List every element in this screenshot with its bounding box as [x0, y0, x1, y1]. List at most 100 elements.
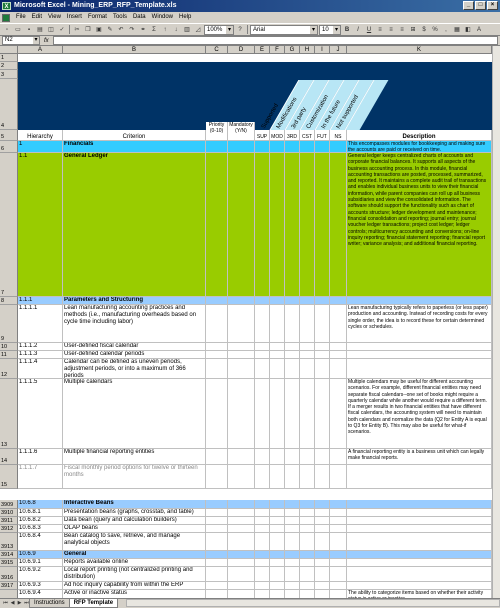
- cell-rating[interactable]: [315, 379, 330, 449]
- align-right-icon[interactable]: ≡: [397, 25, 407, 35]
- save-icon[interactable]: ▪: [24, 25, 34, 35]
- cell-criterion[interactable]: Active or inactive status: [63, 590, 206, 598]
- cell-rating[interactable]: [206, 305, 228, 343]
- cell-hierarchy[interactable]: 10.6.9.2: [18, 567, 63, 582]
- cell-rating[interactable]: [255, 297, 270, 305]
- cell-hierarchy[interactable]: 10.6.9.1: [18, 559, 63, 567]
- cell-rating[interactable]: [315, 551, 330, 559]
- row-header[interactable]: 3909: [0, 500, 18, 509]
- cell-rating[interactable]: [206, 582, 228, 590]
- cell-description[interactable]: [347, 500, 492, 509]
- cell-rating[interactable]: [300, 343, 315, 351]
- font-select[interactable]: Arial: [250, 24, 318, 35]
- cell-hierarchy[interactable]: 10.6.9: [18, 551, 63, 559]
- cell-description[interactable]: [347, 509, 492, 517]
- autosum-icon[interactable]: Σ: [149, 25, 159, 35]
- horizontal-scrollbar[interactable]: [126, 599, 500, 607]
- cell-rating[interactable]: [228, 297, 255, 305]
- cell-rating[interactable]: [315, 525, 330, 533]
- cell-rating[interactable]: [228, 590, 255, 598]
- cell-hierarchy[interactable]: 1.1: [18, 153, 63, 297]
- cell-description[interactable]: [347, 582, 492, 590]
- cell-rating[interactable]: [255, 551, 270, 559]
- sort-descending-icon[interactable]: ↓: [171, 25, 181, 35]
- row-header[interactable]: 3: [0, 70, 18, 79]
- cell-rating[interactable]: [270, 297, 285, 305]
- cell-rating[interactable]: [315, 567, 330, 582]
- cell-rating[interactable]: [206, 559, 228, 567]
- cell-rating[interactable]: [300, 517, 315, 525]
- cell-rating[interactable]: [270, 559, 285, 567]
- cell-rating[interactable]: [255, 305, 270, 343]
- cell-rating[interactable]: [285, 359, 300, 379]
- cell-rating[interactable]: [255, 153, 270, 297]
- cell-rating[interactable]: [255, 517, 270, 525]
- select-all-corner[interactable]: [0, 46, 18, 54]
- cell-rating[interactable]: [270, 533, 285, 551]
- insert-function-icon[interactable]: fx: [44, 38, 49, 44]
- cell-rating[interactable]: [255, 567, 270, 582]
- cell-rating[interactable]: [206, 359, 228, 379]
- cell-rating[interactable]: [228, 559, 255, 567]
- cell-rating[interactable]: [330, 141, 347, 153]
- cell-rating[interactable]: [300, 533, 315, 551]
- cell-description[interactable]: [347, 343, 492, 351]
- close-button[interactable]: ×: [487, 1, 498, 10]
- cell-description[interactable]: A financial reporting entity is a busine…: [347, 449, 492, 465]
- cell-description[interactable]: Multiple calendars may be useful for dif…: [347, 379, 492, 449]
- menu-view[interactable]: View: [45, 12, 64, 23]
- cell-rating[interactable]: [285, 297, 300, 305]
- cell-rating[interactable]: [228, 509, 255, 517]
- cell-rating[interactable]: [300, 525, 315, 533]
- first-sheet-icon[interactable]: ⏮: [2, 599, 9, 607]
- cell-rating[interactable]: [330, 359, 347, 379]
- undo-icon[interactable]: ↶: [116, 25, 126, 35]
- cell-rating[interactable]: [315, 582, 330, 590]
- cell-rating[interactable]: [270, 590, 285, 598]
- cell-criterion[interactable]: Parameters and Structuring: [63, 297, 206, 305]
- drawing-icon[interactable]: ◿: [193, 25, 203, 35]
- cell-description[interactable]: [347, 359, 492, 379]
- cell-rating[interactable]: [270, 509, 285, 517]
- cell-rating[interactable]: [270, 551, 285, 559]
- zoom-select[interactable]: 100%: [204, 24, 234, 35]
- row-header[interactable]: 2: [0, 62, 18, 70]
- cell-description[interactable]: The ability to categorize items based on…: [347, 590, 492, 598]
- cell-rating[interactable]: [206, 533, 228, 551]
- workbook-icon[interactable]: [2, 13, 10, 22]
- menu-window[interactable]: Window: [149, 12, 176, 23]
- cell-hierarchy[interactable]: 1: [18, 141, 63, 153]
- cell-rating[interactable]: [330, 590, 347, 598]
- cell-rating[interactable]: [300, 449, 315, 465]
- row-header[interactable]: 3918: [0, 590, 18, 598]
- cell-rating[interactable]: [206, 567, 228, 582]
- prev-sheet-icon[interactable]: ◀: [9, 599, 16, 607]
- cell-description[interactable]: [347, 551, 492, 559]
- row-header[interactable]: 5: [0, 130, 18, 141]
- cell-hierarchy[interactable]: 1.1.1.5: [18, 379, 63, 449]
- menu-data[interactable]: Data: [130, 12, 149, 23]
- cell-rating[interactable]: [255, 559, 270, 567]
- minimize-button[interactable]: _: [463, 1, 474, 10]
- cell-rating[interactable]: [270, 517, 285, 525]
- cell-rating[interactable]: [255, 141, 270, 153]
- cell-rating[interactable]: [330, 449, 347, 465]
- cell-rating[interactable]: [255, 509, 270, 517]
- cell-rating[interactable]: [270, 153, 285, 297]
- cell-criterion[interactable]: General: [63, 551, 206, 559]
- cell-rating[interactable]: [228, 305, 255, 343]
- cell-hierarchy[interactable]: 10.6.8.3: [18, 525, 63, 533]
- cell-hierarchy[interactable]: 1.1.1.1: [18, 305, 63, 343]
- column-header-e[interactable]: E: [255, 46, 270, 54]
- menu-tools[interactable]: Tools: [110, 12, 130, 23]
- cell-rating[interactable]: [255, 500, 270, 509]
- cell-rating[interactable]: [255, 525, 270, 533]
- cell-hierarchy[interactable]: 10.6.8.1: [18, 509, 63, 517]
- percent-icon[interactable]: %: [430, 25, 440, 35]
- cell-rating[interactable]: [315, 343, 330, 351]
- cell-rating[interactable]: [315, 500, 330, 509]
- redo-icon[interactable]: ↷: [127, 25, 137, 35]
- cell-rating[interactable]: [330, 305, 347, 343]
- cell-description[interactable]: Lean manufacturing typically refers to p…: [347, 305, 492, 343]
- cell-rating[interactable]: [315, 449, 330, 465]
